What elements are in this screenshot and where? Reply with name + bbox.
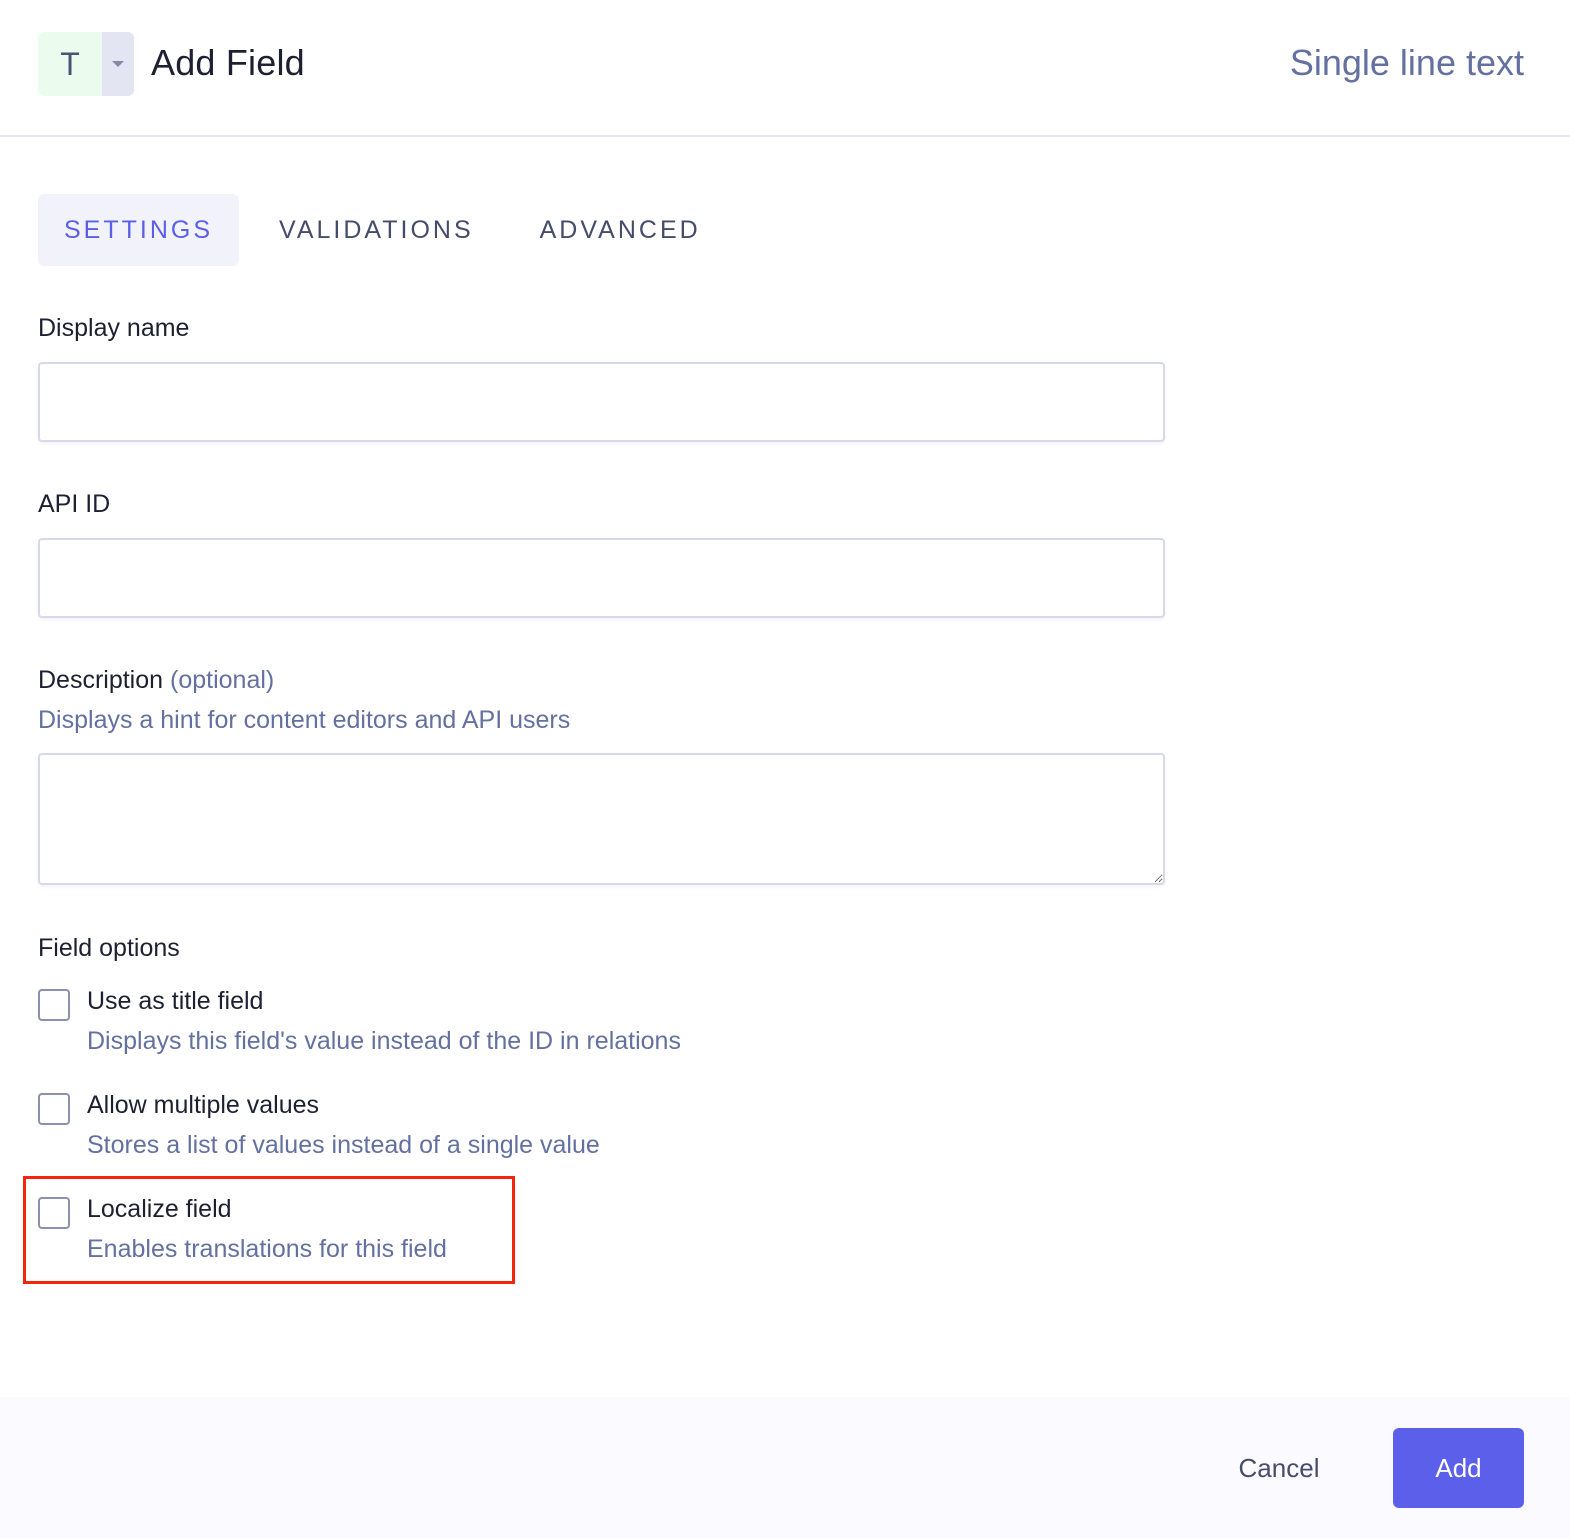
api-id-input[interactable]	[38, 538, 1165, 618]
add-button[interactable]: Add	[1393, 1428, 1524, 1508]
localize-field-checkbox[interactable]	[38, 1197, 70, 1229]
caret-down-icon	[112, 61, 124, 67]
type-icon-glyph: T	[60, 45, 80, 82]
cancel-button[interactable]: Cancel	[1212, 1428, 1346, 1508]
tab-validations[interactable]: VALIDATIONS	[253, 194, 500, 266]
allow-multiple-checkbox[interactable]	[38, 1093, 70, 1125]
field-type-label: Single line text	[1289, 42, 1524, 83]
use-as-title-checkbox[interactable]	[38, 989, 70, 1021]
api-id-label: API ID	[38, 490, 111, 518]
text-type-icon: T	[38, 32, 102, 96]
description-label-text: Description	[38, 666, 164, 694]
description-label: Description (optional)	[38, 666, 274, 695]
option-hint: Enables translations for this field	[87, 1235, 447, 1263]
tab-advanced[interactable]: ADVANCED	[514, 194, 727, 266]
display-name-label: Display name	[38, 314, 190, 342]
tab-bar: SETTINGS VALIDATIONS ADVANCED	[38, 194, 727, 266]
option-label[interactable]: Localize field	[87, 1195, 232, 1224]
field-options-heading: Field options	[38, 934, 180, 962]
highlight-box	[23, 1176, 515, 1284]
dialog-title: Add Field	[151, 42, 305, 83]
option-label[interactable]: Allow multiple values	[87, 1091, 319, 1120]
optional-tag: (optional)	[170, 666, 275, 694]
description-textarea[interactable]	[38, 753, 1165, 885]
dialog-header: T Add Field Single line text	[0, 0, 1570, 137]
option-hint: Displays this field's value instead of t…	[87, 1027, 681, 1055]
display-name-input[interactable]	[38, 362, 1165, 442]
tab-settings[interactable]: SETTINGS	[38, 194, 240, 266]
description-hint: Displays a hint for content editors and …	[38, 706, 571, 734]
field-type-picker[interactable]: T	[38, 32, 134, 96]
option-hint: Stores a list of values instead of a sin…	[87, 1131, 600, 1159]
type-dropdown-button[interactable]	[102, 32, 134, 96]
dialog-footer: Cancel Add	[0, 1397, 1570, 1538]
option-label[interactable]: Use as title field	[87, 987, 263, 1016]
